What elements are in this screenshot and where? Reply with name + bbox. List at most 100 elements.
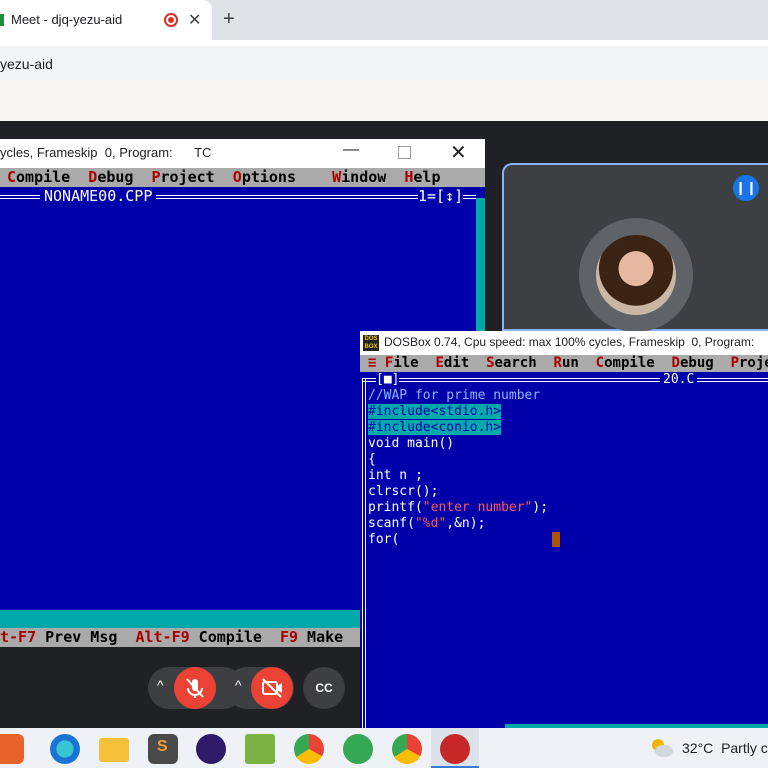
camera-off-button[interactable] [251, 667, 293, 709]
dosbox-app-icon: DOS BOX [363, 335, 379, 351]
status-key[interactable]: Alt-F9 [135, 628, 189, 646]
chrome-profile-icon[interactable] [392, 734, 422, 764]
menu-hotkey: D [88, 168, 98, 186]
captions-button[interactable]: CC [303, 667, 345, 709]
code-line: void main() [368, 436, 455, 451]
tc-menu-help[interactable]: Help [404, 168, 440, 186]
tc-menu-edit[interactable]: Edit [435, 355, 469, 371]
editor-frame-top [362, 378, 768, 382]
menu-label: ile [393, 355, 419, 371]
url-text[interactable]: yezu-aid [0, 56, 53, 72]
audio-bars-icon: ❙❙ [733, 175, 759, 201]
editor-close-box[interactable]: [■] [376, 372, 400, 387]
tc-menu-debug[interactable]: Debug [672, 355, 714, 371]
tc-menu-window[interactable]: Window [332, 168, 386, 186]
tab-close-icon[interactable]: ✕ [188, 10, 201, 30]
menu-hotkey: P [151, 168, 161, 186]
text-cursor [552, 532, 560, 547]
menu-hotkey: W [332, 168, 342, 186]
editor-window-number[interactable]: 1=[↕] [418, 187, 464, 205]
code-editor[interactable]: //WAP for prime number #include<stdio.h> #… [368, 388, 548, 548]
close-icon[interactable]: ✕ [450, 140, 467, 165]
tc-menu-debug[interactable]: Debug [88, 168, 133, 186]
mic-off-button[interactable] [174, 667, 216, 709]
code-line: //WAP for prime number [368, 388, 541, 403]
chrome-icon[interactable] [294, 734, 324, 764]
info-bar [0, 80, 768, 121]
sublime-icon[interactable]: S [148, 734, 178, 764]
tc-menu-compile[interactable]: Compile [596, 355, 655, 371]
menu-label: ebug [679, 355, 714, 371]
address-bar[interactable] [0, 46, 768, 80]
tc-menu-[interactable]: ≡ [368, 355, 376, 371]
file-explorer-icon[interactable] [99, 738, 129, 762]
tc-menu-compile[interactable]: Compile [7, 168, 70, 186]
notepad-icon[interactable] [245, 734, 275, 764]
chevron-up-icon[interactable]: ^ [157, 677, 164, 693]
tc-menu-file[interactable]: File [385, 355, 419, 371]
tc-menu-2: ≡ File Edit Search Run Compile Debug Pro… [368, 355, 768, 371]
menu-label: ompile [604, 355, 655, 371]
tc-menu-search[interactable]: Search [486, 355, 537, 371]
tc-menu-proje[interactable]: Proje [731, 355, 768, 371]
status-key[interactable]: F9 [280, 628, 298, 646]
menu-hotkey: C [7, 168, 17, 186]
avatar [596, 235, 676, 315]
menu-label: ptions [241, 168, 296, 186]
menu-hotkey: S [486, 355, 495, 371]
recording-icon [164, 13, 178, 27]
menu-label: dit [443, 355, 470, 371]
menu-label: ebug [97, 168, 134, 186]
tc-status-text: t-F7 Prev Msg Alt-F9 Compile F9 Make [0, 628, 343, 646]
menu-label: roje [739, 355, 768, 371]
tc-menu-options[interactable]: Options [233, 168, 296, 186]
camera-off-icon [262, 678, 282, 698]
code-line: clrscr(); [368, 484, 439, 499]
editor-filename: NONAME00.CPP [40, 187, 157, 205]
tc-menu-1: Compile Debug Project Options Window Hel… [7, 168, 441, 186]
menu-hotkey: P [730, 355, 739, 371]
code-line: printf("enter number"); [368, 500, 549, 515]
minimize-icon[interactable]: — [343, 141, 359, 159]
weather-label: Partly cl [721, 740, 768, 756]
globe-icon[interactable] [343, 734, 373, 764]
menu-label: ompile [16, 168, 71, 186]
horizontal-scrollbar[interactable] [0, 610, 360, 628]
code-line: #include<stdio.h> [368, 404, 502, 419]
menu-label: indow [341, 168, 387, 186]
status-key[interactable]: t-F7 [0, 628, 36, 646]
dosbox-icon[interactable] [440, 734, 470, 764]
tc-menu-project[interactable]: Project [152, 168, 215, 186]
app-icon[interactable] [0, 734, 24, 764]
menu-hotkey: E [435, 355, 444, 371]
tab-favicon-icon [0, 14, 4, 26]
status-label: Make [298, 628, 344, 646]
code-line: int n ; [368, 468, 423, 483]
weather-text[interactable]: 32°C Partly cl [682, 740, 768, 756]
editor-filename-2: 20.C [660, 372, 698, 387]
status-label: Prev Msg [36, 628, 118, 646]
menu-label: earch [494, 355, 537, 371]
menu-hotkey: R [553, 355, 562, 371]
new-tab-button[interactable]: + [223, 8, 235, 31]
editor-frame-left [362, 379, 366, 729]
menu-hotkey: D [671, 355, 680, 371]
code-line: scanf("%d",&n); [368, 516, 486, 531]
mic-off-icon [186, 678, 204, 698]
weather-icon[interactable] [649, 736, 673, 758]
dosbox-2-title: DOSBox 0.74, Cpu speed: max 100% cycles,… [384, 335, 768, 349]
maximize-icon[interactable] [398, 146, 411, 159]
edge-icon[interactable] [50, 734, 80, 764]
chevron-up-icon[interactable]: ^ [235, 677, 242, 693]
code-line: { [368, 452, 376, 467]
code-line: for( [368, 532, 400, 547]
menu-hotkey: ≡ [368, 355, 377, 371]
menu-label: roject [160, 168, 215, 186]
status-label: Compile [189, 628, 262, 646]
tc-menu-run[interactable]: Run [554, 355, 579, 371]
tab-title[interactable]: Meet - djq-yezu-aid [11, 12, 122, 27]
temperature: 32°C [682, 740, 714, 756]
menu-label: un [561, 355, 579, 371]
app-icon-2[interactable] [196, 734, 226, 764]
menu-label: elp [413, 168, 441, 186]
